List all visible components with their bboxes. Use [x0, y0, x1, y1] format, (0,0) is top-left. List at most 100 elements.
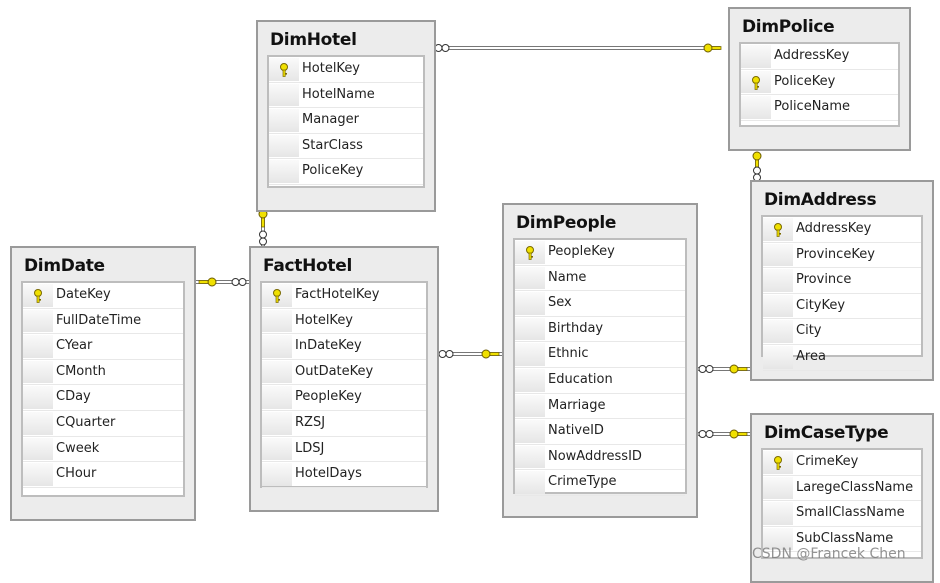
- row-selector[interactable]: [269, 134, 299, 158]
- row-selector[interactable]: [515, 266, 545, 290]
- column-row[interactable]: PoliceName: [741, 95, 898, 121]
- column-name: CrimeType: [548, 474, 617, 490]
- column-name: HotelKey: [295, 312, 354, 328]
- row-selector[interactable]: [763, 294, 793, 318]
- column-row[interactable]: CDay: [23, 385, 183, 411]
- column-name: CHour: [56, 466, 97, 482]
- many-end-icon: [231, 278, 247, 286]
- row-selector[interactable]: [23, 386, 53, 409]
- row-selector[interactable]: [515, 292, 545, 315]
- column-name: FactHotelKey: [295, 287, 380, 302]
- table-dimpolice[interactable]: DimPolice AddressKey PoliceKey PoliceName: [728, 7, 911, 151]
- column-row[interactable]: PoliceKey: [741, 70, 898, 96]
- table-dimaddress[interactable]: DimAddress AddressKey ProvinceKey Province C…: [750, 180, 934, 381]
- row-selector[interactable]: [262, 463, 292, 486]
- column-row[interactable]: OutDateKey: [262, 360, 426, 386]
- column-row[interactable]: NowAddressID: [515, 445, 685, 471]
- column-row[interactable]: InDateKey: [262, 334, 426, 360]
- row-selector[interactable]: [262, 360, 292, 384]
- row-selector[interactable]: [763, 243, 793, 267]
- column-row[interactable]: DateKey: [23, 283, 183, 309]
- row-selector[interactable]: [515, 420, 545, 443]
- row-selector[interactable]: [763, 269, 793, 292]
- column-row[interactable]: FactHotelKey: [262, 283, 426, 309]
- column-row[interactable]: CHour: [23, 462, 183, 488]
- column-row[interactable]: CityKey: [763, 294, 921, 320]
- row-selector[interactable]: [515, 445, 545, 469]
- row-selector[interactable]: [515, 317, 545, 341]
- many-end-icon: [753, 166, 761, 182]
- row-selector[interactable]: [23, 411, 53, 435]
- row-selector[interactable]: [262, 437, 292, 461]
- column-row[interactable]: Ethnic: [515, 342, 685, 368]
- row-selector[interactable]: [515, 471, 545, 494]
- column-row[interactable]: RZSJ: [262, 411, 426, 437]
- row-selector[interactable]: [262, 335, 292, 358]
- column-name: SubClassName: [796, 530, 894, 546]
- column-name: ProvinceKey: [796, 246, 875, 262]
- row-selector[interactable]: [269, 160, 299, 183]
- column-row[interactable]: City: [763, 319, 921, 345]
- column-row[interactable]: CMonth: [23, 360, 183, 386]
- row-selector[interactable]: [515, 343, 545, 366]
- row-selector[interactable]: [262, 309, 292, 333]
- column-row[interactable]: FullDateTime: [23, 309, 183, 335]
- table-facthotel[interactable]: FactHotel FactHotelKey HotelKey InDateKey Ou…: [249, 246, 439, 512]
- row-selector[interactable]: [515, 394, 545, 418]
- column-row[interactable]: Sex: [515, 291, 685, 317]
- column-name: HotelDays: [295, 466, 362, 482]
- row-selector[interactable]: [763, 320, 793, 343]
- row-selector[interactable]: [23, 360, 53, 384]
- row-selector[interactable]: [23, 335, 53, 358]
- column-list: AddressKey ProvinceKey Province CityKey City…: [761, 215, 923, 371]
- column-row[interactable]: NativeID: [515, 419, 685, 445]
- column-row[interactable]: CrimeType: [515, 470, 685, 496]
- row-selector[interactable]: [262, 411, 292, 435]
- row-selector[interactable]: [741, 96, 771, 119]
- column-row[interactable]: Province: [763, 268, 921, 294]
- column-row[interactable]: HotelName: [269, 83, 423, 109]
- row-selector[interactable]: [763, 476, 793, 500]
- column-row[interactable]: Cweek: [23, 437, 183, 463]
- column-row[interactable]: Name: [515, 266, 685, 292]
- column-row[interactable]: CQuarter: [23, 411, 183, 437]
- column-row[interactable]: HotelDays: [262, 462, 426, 488]
- column-row[interactable]: PoliceKey: [269, 159, 423, 185]
- column-row[interactable]: Manager: [269, 108, 423, 134]
- column-row[interactable]: ProvinceKey: [763, 243, 921, 269]
- table-dimhotel[interactable]: DimHotel HotelKey HotelName Manager StarClas…: [256, 20, 436, 212]
- column-row[interactable]: Area: [763, 345, 921, 371]
- column-name: Province: [796, 272, 852, 288]
- column-row[interactable]: AddressKey: [741, 44, 898, 70]
- row-selector[interactable]: [763, 502, 793, 525]
- row-selector[interactable]: [23, 463, 53, 486]
- column-row[interactable]: PeopleKey: [262, 385, 426, 411]
- column-row[interactable]: SmallClassName: [763, 501, 921, 527]
- row-selector[interactable]: [23, 437, 53, 461]
- column-name: CrimeKey: [796, 454, 859, 469]
- column-row[interactable]: Marriage: [515, 394, 685, 420]
- row-selector[interactable]: [23, 309, 53, 333]
- column-name: SmallClassName: [796, 505, 905, 521]
- column-row[interactable]: CrimeKey: [763, 450, 921, 476]
- table-dimpeople[interactable]: DimPeople PeopleKey Name Sex Birthday Ethnic E…: [502, 203, 698, 518]
- column-row[interactable]: Education: [515, 368, 685, 394]
- one-end-key-icon: [258, 209, 268, 228]
- column-row[interactable]: LDSJ: [262, 437, 426, 463]
- column-row[interactable]: LaregeClassName: [763, 476, 921, 502]
- row-selector[interactable]: [269, 83, 299, 107]
- column-row[interactable]: HotelKey: [269, 57, 423, 83]
- column-row[interactable]: Birthday: [515, 317, 685, 343]
- column-row[interactable]: HotelKey: [262, 309, 426, 335]
- table-dimdate[interactable]: DimDate DateKey FullDateTime CYear CMonth CDa…: [10, 246, 196, 521]
- row-selector[interactable]: [269, 109, 299, 132]
- row-selector[interactable]: [741, 45, 771, 68]
- column-row[interactable]: StarClass: [269, 134, 423, 160]
- row-selector[interactable]: [262, 386, 292, 409]
- column-row[interactable]: CYear: [23, 334, 183, 360]
- column-row[interactable]: PeopleKey: [515, 240, 685, 266]
- column-row[interactable]: AddressKey: [763, 217, 921, 243]
- row-selector[interactable]: [515, 368, 545, 392]
- column-name: AddressKey: [774, 48, 850, 63]
- row-selector[interactable]: [763, 345, 793, 369]
